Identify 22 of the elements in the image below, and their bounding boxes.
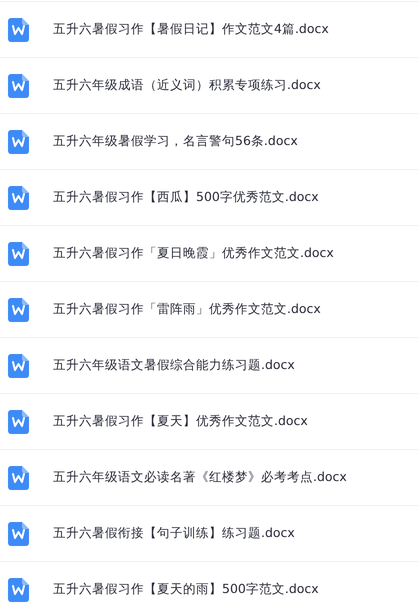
file-name[interactable]: 五升六暑假衔接【句子训练】练习题.docx xyxy=(53,525,295,542)
file-name[interactable]: 五升六暑假习作「夏日晚霞」优秀作文范文.docx xyxy=(53,245,334,262)
word-document-icon xyxy=(8,410,29,434)
file-name[interactable]: 五升六暑假习作【暑假日记】作文范文4篇.docx xyxy=(53,21,329,38)
file-name[interactable]: 五升六暑假习作「雷阵雨」优秀作文范文.docx xyxy=(53,301,321,318)
file-name[interactable]: 五升六年级语文必读名著《红楼梦》必考考点.docx xyxy=(53,469,347,486)
word-document-icon xyxy=(8,242,29,266)
word-document-icon xyxy=(8,18,29,42)
word-document-icon xyxy=(8,522,29,546)
word-document-icon xyxy=(8,130,29,154)
word-document-icon xyxy=(8,74,29,98)
file-name[interactable]: 五升六暑假习作【夏天的雨】500字范文.docx xyxy=(53,581,319,598)
file-name[interactable]: 五升六暑假习作【西瓜】500字优秀范文.docx xyxy=(53,189,319,206)
word-document-icon xyxy=(8,186,29,210)
file-name[interactable]: 五升六年级成语（近义词）积累专项练习.docx xyxy=(53,77,321,94)
word-document-icon xyxy=(8,354,29,378)
file-name[interactable]: 五升六年级暑假学习，名言警句56条.docx xyxy=(53,133,298,150)
file-name[interactable]: 五升六暑假习作【夏天】优秀作文范文.docx xyxy=(53,413,308,430)
word-document-icon xyxy=(8,298,29,322)
word-document-icon xyxy=(8,466,29,490)
file-name[interactable]: 五升六年级语文暑假综合能力练习题.docx xyxy=(53,357,295,374)
word-document-icon xyxy=(8,578,29,602)
